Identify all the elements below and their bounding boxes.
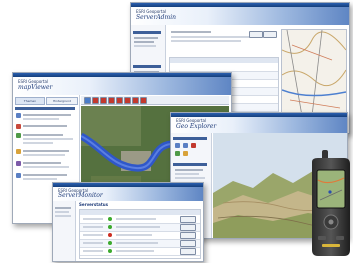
app-title: ServerMonitor <box>58 192 103 199</box>
layer-item[interactable] <box>23 178 57 180</box>
form-line <box>171 36 251 38</box>
menu-item[interactable] <box>175 169 203 171</box>
nav-icon[interactable] <box>183 143 188 148</box>
layer-item[interactable] <box>23 154 65 156</box>
layer-item[interactable] <box>23 150 69 152</box>
tab-themes[interactable]: Themen <box>15 97 45 105</box>
measure-icon[interactable] <box>132 97 139 104</box>
app-header: ESRI Geoportal mapViewer <box>13 77 231 95</box>
info-icon[interactable] <box>116 97 123 104</box>
app-title: Geo Explorer <box>176 123 217 130</box>
server-monitor-window: ESRI Geoportal ServerMonitor Serverstatu… <box>52 182 204 262</box>
layer-item[interactable] <box>23 114 71 116</box>
layer-icon <box>16 173 21 178</box>
layer-icon <box>16 124 21 129</box>
sidebar-item[interactable] <box>134 37 158 39</box>
status-ok-icon <box>108 217 112 221</box>
sidebar-section-header <box>133 65 161 68</box>
tab-background[interactable]: Hintergrund <box>46 97 78 105</box>
map-toolbar <box>81 96 229 105</box>
table-row[interactable] <box>80 248 200 256</box>
gps-device-icon <box>308 150 352 258</box>
zoom-in-icon[interactable] <box>92 97 99 104</box>
print-icon[interactable] <box>124 97 131 104</box>
form-button[interactable] <box>263 31 277 38</box>
sidebar-section-header <box>133 31 161 34</box>
app-header: ESRI Geoportal ServerMonitor <box>53 187 203 201</box>
app-title: mapViewer <box>18 84 53 91</box>
monitor-sidebar <box>53 201 76 261</box>
app-title: ServerAdmin <box>136 14 176 21</box>
status-ok-icon <box>108 225 112 229</box>
row-action-button[interactable] <box>180 248 196 255</box>
table-row[interactable] <box>80 232 200 240</box>
server-status-table <box>79 209 201 259</box>
monitor-section-title: Serverstatus <box>79 202 108 207</box>
layer-item[interactable] <box>23 125 67 127</box>
table-row[interactable] <box>80 240 200 248</box>
menu-header <box>173 137 207 140</box>
status-ok-icon <box>108 249 112 253</box>
layer-item[interactable] <box>23 174 67 176</box>
app-header: ESRI Geoportal Geo Explorer <box>171 117 347 133</box>
layer-icon <box>16 133 21 138</box>
row-action-button[interactable] <box>180 232 196 239</box>
row-action-button[interactable] <box>180 224 196 231</box>
globe-icon[interactable] <box>84 97 91 104</box>
layer-item[interactable] <box>23 118 59 120</box>
nav-icon[interactable] <box>191 143 196 148</box>
nav-icon[interactable] <box>175 143 180 148</box>
layer-icon <box>16 113 21 118</box>
menu-item[interactable] <box>175 173 199 175</box>
layer-item[interactable] <box>23 142 53 144</box>
table-row[interactable] <box>80 216 200 224</box>
sidebar-item[interactable] <box>55 211 69 213</box>
topo-map-preview[interactable] <box>281 29 347 117</box>
layer-icon <box>16 149 21 154</box>
layer-item[interactable] <box>23 134 63 136</box>
sidebar-item[interactable] <box>55 215 71 217</box>
app-header: ESRI Geoportal ServerAdmin <box>131 7 349 25</box>
status-ok-icon <box>108 241 112 245</box>
layer-item[interactable] <box>23 138 73 140</box>
panel-header <box>15 107 75 110</box>
layer-item[interactable] <box>23 166 69 168</box>
menu-header <box>173 163 207 166</box>
status-error-icon <box>108 233 112 237</box>
sidebar-item[interactable] <box>134 41 154 43</box>
layer-icon <box>16 161 21 166</box>
sidebar-item[interactable] <box>134 45 156 47</box>
row-action-button[interactable] <box>180 240 196 247</box>
layer-item[interactable] <box>23 162 61 164</box>
pan-icon[interactable] <box>108 97 115 104</box>
form-line <box>171 31 211 33</box>
nav-icon[interactable] <box>175 151 180 156</box>
sidebar-item[interactable] <box>55 207 71 209</box>
nav-icon[interactable] <box>183 151 188 156</box>
zoom-out-icon[interactable] <box>100 97 107 104</box>
form-line <box>171 40 241 42</box>
row-action-button[interactable] <box>180 216 196 223</box>
select-icon[interactable] <box>140 97 147 104</box>
menu-item[interactable] <box>175 177 205 179</box>
table-row[interactable] <box>80 224 200 232</box>
form-button[interactable] <box>249 31 263 38</box>
